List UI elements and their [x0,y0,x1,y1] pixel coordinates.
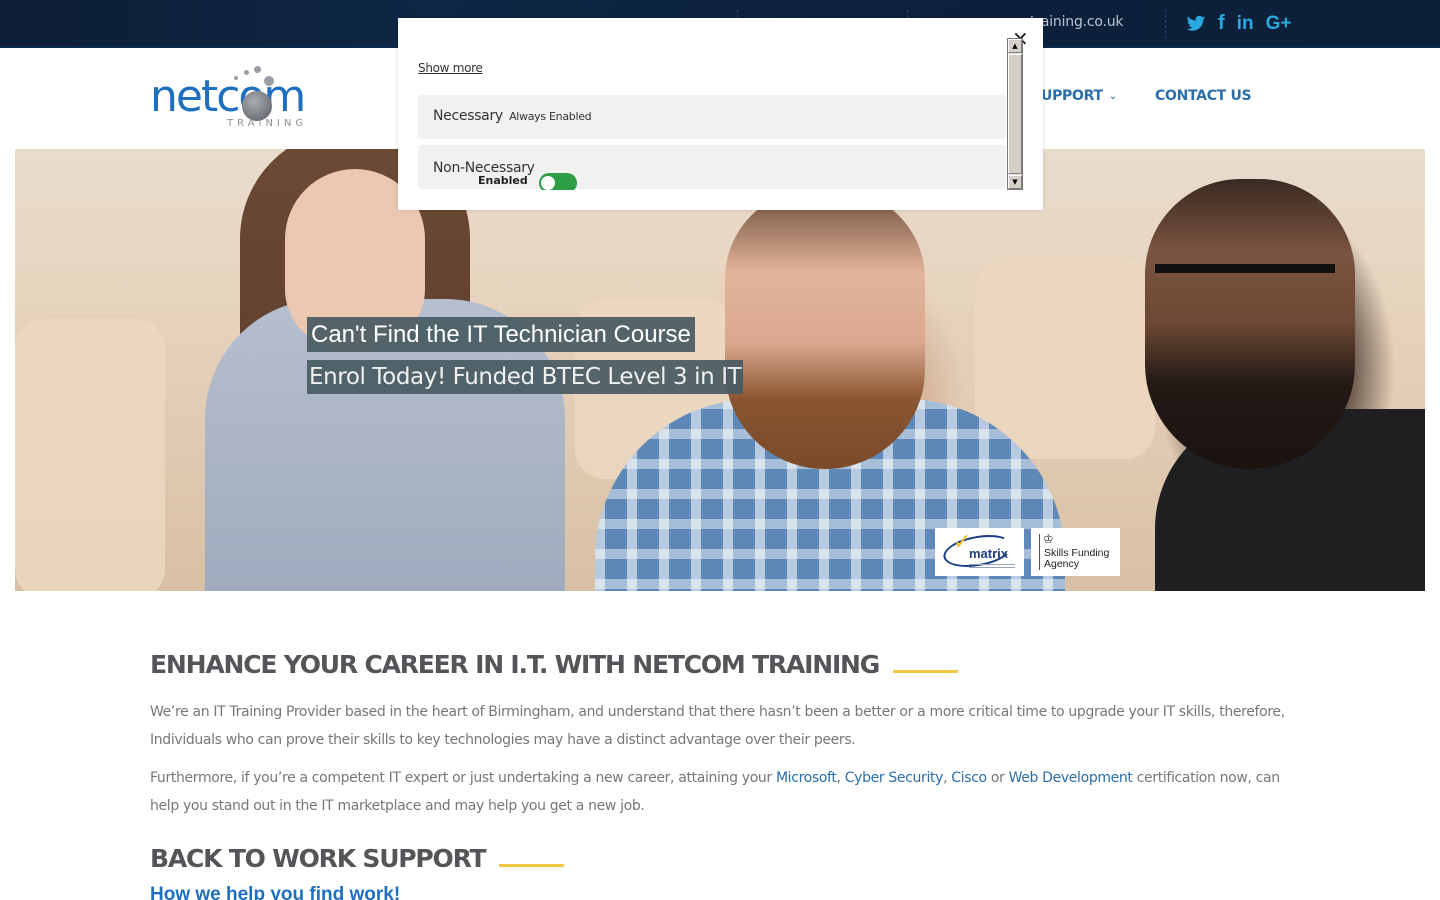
scroll-down-arrow-icon[interactable]: ▼ [1008,175,1022,189]
para-text: Furthermore, if you’re a competent IT ex… [150,770,776,786]
logo-globe-icon [242,91,272,121]
section-title-text: ENHANCE YOUR CAREER IN I.T. WITH NETCOM … [150,650,880,679]
para-text: or [986,770,1009,786]
facebook-icon[interactable]: f [1218,12,1225,35]
category-status: Enabled [478,174,528,187]
hero-photo-seat [975,259,1155,459]
social-links: f in G+ [1186,12,1291,35]
scrollbar-thumb[interactable] [1008,54,1022,174]
modal-scrollbar[interactable]: ▲ ▼ [1007,38,1023,190]
matrix-label: matrix [969,546,1009,561]
cookie-categories-list: Necessary Always Enabled Non-Necessary E… [418,95,1006,190]
hero-photo-seat [15,319,165,591]
matrix-accreditation-badge: ✓ matrix [935,528,1024,576]
find-work-subheading: How we help you find work! [150,884,401,900]
category-label: Necessary Always Enabled [433,108,592,124]
link-web-development[interactable]: Web Development [1009,770,1133,786]
toggle-knob [541,176,555,190]
link-cyber-security[interactable]: Cyber Security [845,770,944,786]
intro-paragraph: We’re an IT Training Provider based in t… [150,704,1285,748]
nav-contact-link[interactable]: CONTACT US [1155,88,1252,104]
title-accent-line [893,669,959,673]
skills-funding-agency-badge: ♔ Skills Funding Agency [1031,528,1120,576]
chevron-down-icon: ⌄ [1108,90,1118,102]
hero-banner: Can't Find the IT Technician Course Enro… [15,149,1425,591]
para-text: , [836,770,845,786]
nav-support-link[interactable]: UPPORT [1041,88,1103,104]
linkedin-icon[interactable]: in [1237,13,1254,35]
cookie-category-necessary[interactable]: Necessary Always Enabled [418,95,1006,139]
link-microsoft[interactable]: Microsoft [776,770,837,786]
hero-title: Can't Find the IT Technician Course [307,317,695,352]
title-accent-line [499,863,565,867]
logo-wordmark: netcom [150,71,306,122]
show-more-link[interactable]: Show more [418,61,483,75]
category-status: Always Enabled [509,110,592,123]
section-title-text: BACK TO WORK SUPPORT [150,844,487,873]
royal-crest-icon: ♔ [1043,532,1054,546]
certification-paragraph: Furthermore, if you’re a competent IT ex… [150,764,1290,820]
hero-subtitle[interactable]: Enrol Today! Funded BTEC Level 3 in IT [307,360,744,394]
logo-subtitle: TRAINING [227,118,308,129]
sfa-label-line2: Agency [1044,558,1080,570]
category-name: Necessary [433,108,503,124]
nav-item-support[interactable]: UPPORT ⌄ [1041,88,1117,104]
link-cisco[interactable]: Cisco [951,770,987,786]
section-title-enhance-career: ENHANCE YOUR CAREER IN I.T. WITH NETCOM … [150,650,959,679]
non-necessary-toggle[interactable] [539,173,577,190]
sfa-divider [1039,534,1040,570]
hero-photo-person [725,189,925,469]
sfa-label: Skills Funding Agency [1044,548,1109,570]
topbar-divider [1165,10,1166,38]
cookie-settings-modal: × Show more Necessary Always Enabled Non… [398,18,1043,210]
nav-item-contact[interactable]: CONTACT US [1155,88,1252,104]
section-title-back-to-work: BACK TO WORK SUPPORT [150,844,565,873]
cookie-category-non-necessary[interactable]: Non-Necessary Enabled [418,145,1006,190]
netcom-logo[interactable]: netcom TRAINING [150,64,320,134]
hero-photo-person [1155,264,1335,314]
scroll-up-arrow-icon[interactable]: ▲ [1008,39,1022,53]
twitter-icon[interactable] [1186,15,1206,33]
contact-email-link[interactable]: training.co.uk [1030,14,1124,30]
hero-photo-person [1145,179,1355,469]
google-plus-icon[interactable]: G+ [1266,13,1292,35]
matrix-fineprint [969,562,1015,568]
